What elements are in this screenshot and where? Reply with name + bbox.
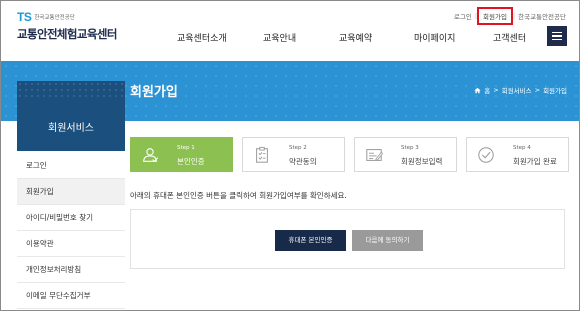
step-4: Step 4 회원가입 완료 (466, 137, 569, 172)
signup-steps: Step 1 본인인증 Step 2 약관동의 Step 3 회원정보입력 St… (130, 137, 569, 172)
logo-ts-mark: TS (17, 10, 32, 24)
step-1: Step 1 본인인증 (130, 137, 233, 172)
org-link[interactable]: 한국교통안전공단 (515, 11, 569, 21)
breadcrumb-separator: > (493, 86, 499, 94)
nav-item-education-info[interactable]: 교육안내 (263, 31, 339, 44)
step-label: 회원가입 완료 (513, 157, 557, 166)
breadcrumb-current: 회원가입 (543, 87, 567, 95)
instruction-text: 아래의 휴대폰 본인인증 버튼을 클릭하여 회원가입여부를 확인하세요. (130, 191, 347, 200)
utility-links: 로그인 | 회원가입 | 한국교통안전공단 (451, 7, 569, 25)
person-icon (143, 148, 159, 163)
side-nav-item-login[interactable]: 로그인 (17, 153, 125, 179)
nav-item-reservation[interactable]: 교육예약 (339, 31, 414, 44)
nav-item-mypage[interactable]: 마이페이지 (414, 31, 493, 44)
home-icon[interactable] (474, 87, 481, 94)
step-label: 회원정보입력 (401, 157, 443, 166)
side-nav-title: 회원서비스 (48, 123, 94, 134)
side-nav: 로그인 회원가입 아이디/비밀번호 찾기 이용약관 개인정보처리방침 이메일 무… (17, 153, 125, 309)
step-number: Step 2 (289, 145, 307, 151)
step-3: Step 3 회원정보입력 (354, 137, 457, 172)
side-nav-item-find-id-password[interactable]: 아이디/비밀번호 찾기 (17, 205, 125, 231)
logo-title: 교통안전체험교육센터 (17, 27, 117, 41)
step-number: Step 1 (177, 145, 195, 151)
step-label: 약관동의 (289, 157, 317, 166)
site-logo[interactable]: TS 한국교통안전공단 교통안전체험교육센터 (17, 10, 117, 42)
step-number: Step 3 (401, 145, 419, 151)
breadcrumb-separator: > (534, 86, 541, 94)
logo-org-name: 한국교통안전공단 (34, 15, 75, 21)
side-nav-item-terms[interactable]: 이용약관 (17, 231, 125, 257)
site-header: TS 한국교통안전공단 교통안전체험교육센터 로그인 | 회원가입 | 한국교통… (1, 1, 579, 61)
next-agree-button[interactable]: 다음에 동의하기 (352, 230, 423, 251)
side-nav-item-signup[interactable]: 회원가입 (17, 179, 125, 205)
step-2: Step 2 약관동의 (242, 137, 345, 172)
page-frame: TS 한국교통안전공단 교통안전체험교육센터 로그인 | 회원가입 | 한국교통… (0, 0, 580, 311)
login-link[interactable]: 로그인 (451, 11, 475, 21)
check-circle-icon (478, 147, 494, 163)
signup-link[interactable]: 회원가입 (477, 7, 513, 25)
breadcrumb-home[interactable]: 홈 (484, 85, 490, 95)
breadcrumb-section[interactable]: 회원서비스 (502, 85, 532, 95)
menu-icon[interactable] (547, 26, 567, 46)
nav-item-customer-center[interactable]: 고객센터 (493, 31, 526, 44)
step-label: 본인인증 (177, 157, 205, 166)
form-icon (366, 149, 383, 161)
clipboard-icon (256, 146, 268, 163)
side-nav-item-email-refusal[interactable]: 이메일 무단수집거부 (17, 283, 125, 309)
auth-panel: 휴대폰 본인인증 다음에 동의하기 (130, 209, 565, 269)
phone-auth-button[interactable]: 휴대폰 본인인증 (275, 230, 346, 251)
side-nav-header: 회원서비스 (17, 81, 125, 151)
main-nav: 교육센터소개 교육안내 교육예약 마이페이지 고객센터 (177, 31, 526, 44)
step-number: Step 4 (513, 145, 531, 151)
side-nav-item-privacy[interactable]: 개인정보처리방침 (17, 257, 125, 283)
page-title: 회원가입 (130, 85, 178, 100)
breadcrumb: 홈 > 회원서비스 > 회원가입 (474, 85, 567, 95)
nav-item-center-intro[interactable]: 교육센터소개 (177, 31, 263, 44)
